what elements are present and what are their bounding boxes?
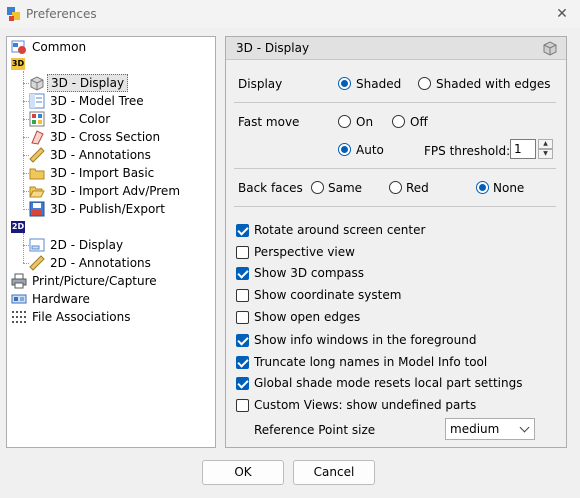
color-icon <box>29 111 45 127</box>
back-faces-red-radio[interactable] <box>389 181 402 194</box>
separator <box>234 206 556 207</box>
perspective-view-label[interactable]: Perspective view <box>254 245 355 259</box>
file-associations-icon <box>12 311 26 323</box>
truncate-names-label[interactable]: Truncate long names in Model Info tool <box>254 355 487 369</box>
fps-threshold-input[interactable]: 1 <box>510 139 536 159</box>
fast-move-on-label[interactable]: On <box>356 115 373 129</box>
cross-section-icon <box>31 130 44 145</box>
back-faces-label: Back faces <box>238 181 303 195</box>
back-faces-none-label[interactable]: None <box>493 181 524 195</box>
back-faces-same-radio[interactable] <box>311 181 324 194</box>
fps-threshold-label: FPS threshold: <box>424 144 511 158</box>
perspective-view-checkbox[interactable] <box>236 246 249 259</box>
fps-threshold-spinner[interactable]: ▲ ▼ <box>538 139 553 159</box>
reference-point-size-select[interactable]: medium <box>445 418 535 440</box>
truncate-names-checkbox[interactable] <box>236 356 249 369</box>
floppy-icon <box>29 201 45 217</box>
settings-panel: 3D - Display Display Shaded Shaded with … <box>225 36 567 448</box>
global-shade-mode-label[interactable]: Global shade mode resets local part sett… <box>254 376 522 390</box>
badge-2d: 2D <box>11 221 25 233</box>
spin-up-icon[interactable]: ▲ <box>538 139 553 149</box>
hardware-icon <box>11 294 27 304</box>
display-shaded-edges-radio[interactable] <box>418 77 431 90</box>
panel-title: 3D - Display <box>236 41 310 55</box>
common-icon <box>11 40 26 54</box>
folder-open-icon <box>29 186 45 198</box>
reference-point-size-value: medium <box>450 422 500 436</box>
show-compass-label[interactable]: Show 3D compass <box>254 266 364 280</box>
title-bar: Preferences ✕ <box>0 0 580 28</box>
display-shaded-edges-label[interactable]: Shaded with edges <box>436 77 551 91</box>
cancel-button[interactable]: Cancel <box>293 460 375 485</box>
model-tree-icon <box>29 93 45 109</box>
folder-icon <box>29 168 45 180</box>
chevron-down-icon <box>519 422 530 433</box>
global-shade-mode-checkbox[interactable] <box>236 377 249 390</box>
drawing-icon <box>29 238 45 252</box>
show-open-edges-checkbox[interactable] <box>236 311 249 324</box>
fast-move-on-radio[interactable] <box>338 115 351 128</box>
custom-views-undefined-label[interactable]: Custom Views: show undefined parts <box>254 398 476 412</box>
window-title: Preferences <box>26 7 97 21</box>
back-faces-red-label[interactable]: Red <box>406 181 429 195</box>
show-coordinate-system-label[interactable]: Show coordinate system <box>254 288 401 302</box>
close-icon[interactable]: ✕ <box>552 4 572 24</box>
app-icon <box>7 7 20 21</box>
show-open-edges-label[interactable]: Show open edges <box>254 310 360 324</box>
show-coordinate-system-checkbox[interactable] <box>236 289 249 302</box>
show-compass-checkbox[interactable] <box>236 267 249 280</box>
ruler-icon <box>29 147 45 163</box>
fast-move-off-label[interactable]: Off <box>410 115 428 129</box>
custom-views-undefined-checkbox[interactable] <box>236 399 249 412</box>
badge-3d: 3D <box>11 58 25 70</box>
ok-button[interactable]: OK <box>202 460 284 485</box>
ruler-icon <box>29 255 45 271</box>
printer-icon <box>11 273 27 289</box>
panel-header: 3D - Display <box>226 37 566 60</box>
rotate-center-checkbox[interactable] <box>236 224 249 237</box>
category-tree: Common 3D 3D - Display 3D - Model Tree 3… <box>6 36 216 448</box>
fast-move-label: Fast move <box>238 115 300 129</box>
display-shaded-label[interactable]: Shaded <box>356 77 401 91</box>
info-windows-foreground-checkbox[interactable] <box>236 334 249 347</box>
separator <box>234 102 556 103</box>
info-windows-foreground-label[interactable]: Show info windows in the foreground <box>254 333 476 347</box>
back-faces-same-label[interactable]: Same <box>328 181 362 195</box>
reference-point-size-label: Reference Point size <box>254 423 376 437</box>
tree-connector <box>23 233 24 263</box>
fast-move-off-radio[interactable] <box>392 115 405 128</box>
back-faces-none-radio[interactable] <box>476 181 489 194</box>
display-shaded-radio[interactable] <box>338 77 351 90</box>
fast-move-auto-label[interactable]: Auto <box>356 143 384 157</box>
fast-move-auto-radio[interactable] <box>338 143 351 156</box>
separator <box>234 168 556 169</box>
spin-down-icon[interactable]: ▼ <box>538 149 553 159</box>
cube-icon <box>30 76 44 91</box>
rotate-center-label[interactable]: Rotate around screen center <box>254 223 425 237</box>
cube-icon <box>543 41 557 56</box>
tree-connector <box>23 71 24 207</box>
display-label: Display <box>238 77 283 91</box>
